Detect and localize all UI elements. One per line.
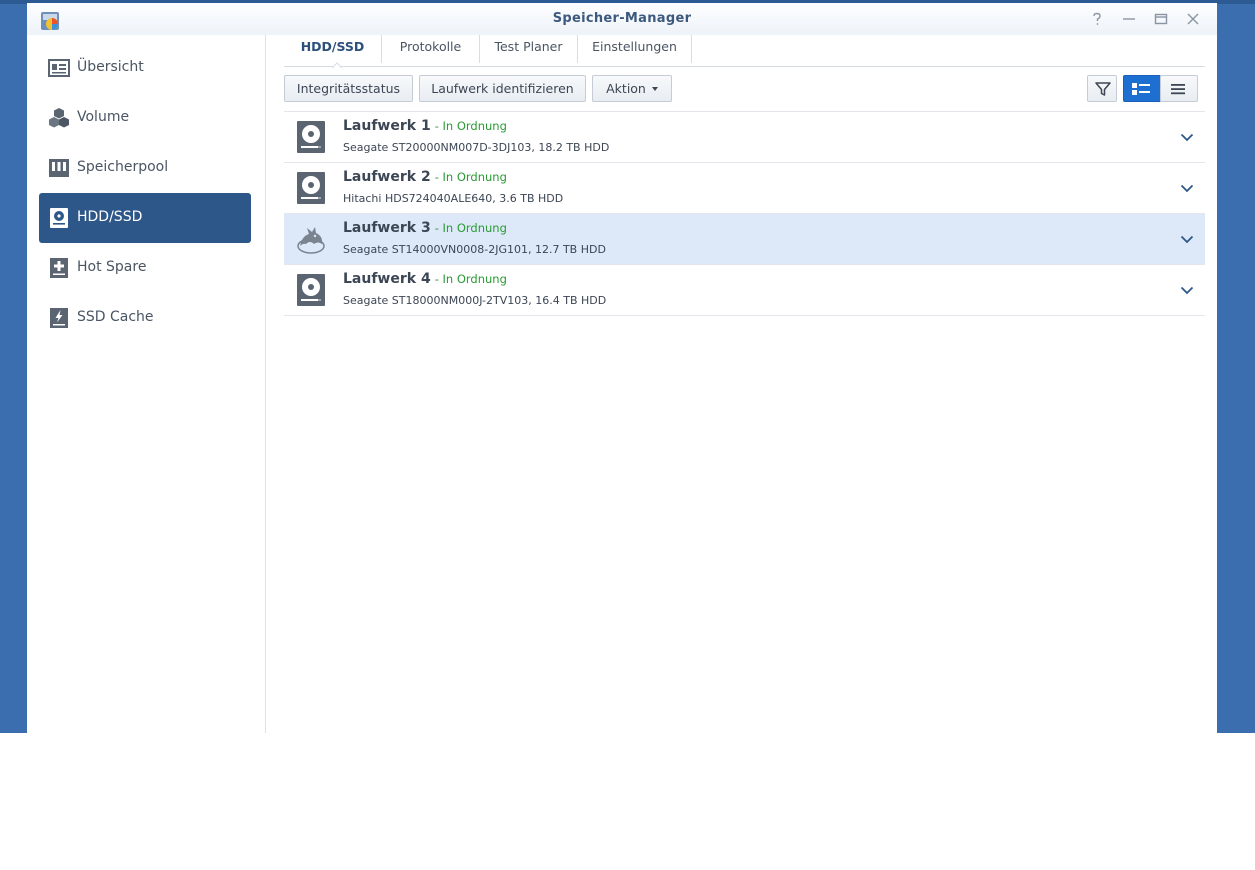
health-status-button[interactable]: Integritätsstatus: [284, 75, 413, 102]
sidebar-item-hot-spare[interactable]: Hot Spare: [39, 243, 251, 293]
detail-view-toggle[interactable]: [1123, 75, 1161, 102]
sidebar-item-volume[interactable]: Volume: [39, 93, 251, 143]
ssd-cache-icon: [50, 308, 68, 328]
disk-status: - In Ordnung: [434, 170, 507, 184]
filter-icon: [1095, 82, 1111, 96]
tab-label: HDD/SSD: [300, 39, 365, 54]
window-title: Speicher-Manager: [552, 11, 692, 26]
sidebar-item-label: Hot Spare: [77, 259, 147, 275]
chevron-down-icon[interactable]: [1179, 231, 1195, 247]
disk-status: - In Ordnung: [434, 272, 507, 286]
hdd-disk-icon: [297, 121, 325, 153]
disk-title: Laufwerk 2- In Ordnung: [343, 169, 507, 185]
seagate-ironwolf-icon: [297, 227, 325, 254]
tab-settings[interactable]: Einstellungen: [578, 35, 691, 65]
sidebar-item-ssd-cache[interactable]: SSD Cache: [39, 293, 251, 343]
title-bar[interactable]: Speicher-Manager: [27, 3, 1217, 35]
identify-drive-button[interactable]: Laufwerk identifizieren: [419, 75, 586, 102]
active-tab-indicator: [332, 62, 342, 69]
disk-model: Hitachi HDS724040ALE640, 3.6 TB HDD: [343, 192, 564, 205]
tab-test-planner[interactable]: Test Planer: [480, 35, 577, 65]
chevron-down-icon[interactable]: [1179, 180, 1195, 196]
action-label: Aktion: [606, 81, 646, 96]
hot-spare-icon: [50, 258, 68, 278]
disk-title: Laufwerk 4- In Ordnung: [343, 271, 507, 287]
tab-hdd-ssd[interactable]: HDD/SSD: [284, 35, 381, 69]
disk-name: Laufwerk 4: [343, 271, 431, 287]
overview-icon: [48, 59, 70, 77]
hdd-disk-icon: [297, 172, 325, 204]
disk-name: Laufwerk 2: [343, 169, 431, 185]
list-view-toggle[interactable]: [1160, 75, 1198, 102]
disk-name: Laufwerk 3: [343, 220, 431, 236]
disk-row-1[interactable]: Laufwerk 1- In Ordnung Seagate ST20000NM…: [284, 112, 1205, 163]
hdd-disk-icon: [297, 274, 325, 306]
disk-row-2[interactable]: Laufwerk 2- In Ordnung Hitachi HDS724040…: [284, 163, 1205, 214]
close-icon[interactable]: [1185, 11, 1201, 27]
tab-separator: [691, 35, 692, 63]
sidebar-item-storage-pool[interactable]: Speicherpool: [39, 143, 251, 193]
caret-down-icon: [651, 86, 658, 91]
sidebar-item-label: Übersicht: [77, 59, 144, 75]
sidebar-item-label: SSD Cache: [77, 309, 154, 325]
chevron-down-icon[interactable]: [1179, 282, 1195, 298]
sidebar-item-hdd-ssd[interactable]: HDD/SSD: [39, 193, 251, 243]
tab-label: Protokolle: [399, 39, 462, 54]
disk-row-4[interactable]: Laufwerk 4- In Ordnung Seagate ST18000NM…: [284, 265, 1205, 316]
tab-bar: HDD/SSD Protokolle Test Planer Einstellu…: [284, 35, 1205, 69]
chevron-down-icon[interactable]: [1179, 129, 1195, 145]
sidebar-item-label: HDD/SSD: [77, 209, 143, 225]
list-icon: [1171, 84, 1185, 95]
action-dropdown-button[interactable]: Aktion: [592, 75, 672, 102]
sidebar-item-label: Speicherpool: [77, 159, 169, 175]
tab-protocols[interactable]: Protokolle: [382, 35, 479, 65]
sidebar-item-overview[interactable]: Übersicht: [39, 43, 251, 93]
filter-button[interactable]: [1087, 75, 1117, 102]
sidebar: Übersicht Volume Speicherpool HDD/SSD Ho…: [27, 35, 266, 733]
detail-list-icon: [1132, 83, 1150, 95]
blank-area: [0, 733, 1255, 870]
disk-row-3[interactable]: Laufwerk 3- In Ordnung Seagate ST14000VN…: [284, 214, 1205, 265]
sidebar-item-label: Volume: [77, 109, 130, 125]
maximize-icon[interactable]: [1153, 11, 1169, 27]
disk-model: Seagate ST14000VN0008-2JG101, 12.7 TB HD…: [343, 243, 606, 256]
disk-model: Seagate ST20000NM007D-3DJ103, 18.2 TB HD…: [343, 141, 610, 154]
disk-title: Laufwerk 1- In Ordnung: [343, 118, 507, 134]
disk-model: Seagate ST18000NM000J-2TV103, 16.4 TB HD…: [343, 294, 607, 307]
help-icon[interactable]: [1089, 11, 1105, 27]
tab-label: Einstellungen: [592, 39, 677, 54]
storage-manager-window: Speicher-Manager Übersicht Volume Speich…: [27, 3, 1217, 733]
disk-name: Laufwerk 1: [343, 118, 431, 134]
volume-cubes-icon: [49, 108, 69, 128]
minimize-icon[interactable]: [1121, 11, 1137, 27]
disk-status: - In Ordnung: [434, 119, 507, 133]
hdd-icon: [50, 208, 68, 228]
disk-status: - In Ordnung: [434, 221, 507, 235]
tab-label: Test Planer: [494, 39, 563, 54]
storage-pool-icon: [49, 159, 69, 177]
disk-title: Laufwerk 3- In Ordnung: [343, 220, 507, 236]
